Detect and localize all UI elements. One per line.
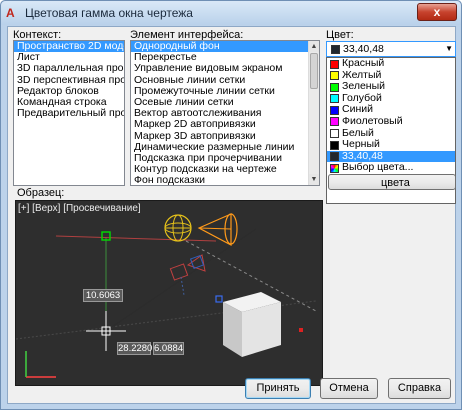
red-marker xyxy=(299,328,303,332)
color-option-label: Голубой xyxy=(342,91,382,104)
color-swatch-icon xyxy=(330,71,339,81)
color-option-label: Зеленый xyxy=(342,80,386,93)
color-option-label: Выбор цвета... xyxy=(342,161,414,174)
autocad-app-icon: A xyxy=(6,6,15,20)
preview-viewport: [+] [Верх] [Просвечивание] 10.6063 28.22… xyxy=(15,200,323,386)
close-icon: x xyxy=(433,5,441,19)
element-item[interactable]: Маркер 2D автопривязки xyxy=(131,119,308,130)
color-option-label: Синий xyxy=(342,103,373,116)
title-bar[interactable]: A Цветовая гамма окна чертежа x xyxy=(1,1,461,25)
color-option[interactable]: Выбор цвета... xyxy=(327,162,455,174)
dialog-client: Контекст: Пространство 2D моделиЛист3D п… xyxy=(7,26,456,404)
color-swatch-icon xyxy=(330,59,339,69)
restore-colors-label: цвета xyxy=(381,177,410,189)
context-listbox[interactable]: Пространство 2D моделиЛист3D параллельна… xyxy=(13,40,125,186)
color-swatch-icon xyxy=(330,163,339,173)
camera-icon xyxy=(169,254,206,296)
dimension-tooltip: 10.6063 xyxy=(83,289,123,302)
color-swatch-icon xyxy=(330,94,339,104)
preview-drawing xyxy=(16,213,317,378)
color-option-label: Желтый xyxy=(342,68,382,81)
color-option-label: 33,40,48 xyxy=(342,149,383,162)
color-label: Цвет: xyxy=(326,29,354,41)
help-button[interactable]: Справка xyxy=(388,378,451,399)
ucs-icon xyxy=(25,351,56,378)
chevron-down-icon[interactable]: ▼ xyxy=(445,42,453,56)
scroll-up-icon[interactable]: ▲ xyxy=(309,41,319,52)
preview-label: Образец: xyxy=(17,187,65,199)
color-combo-value: 33,40,48 xyxy=(343,43,384,55)
sphere-light-icon xyxy=(164,214,192,242)
element-item[interactable]: Управление видовым экраном xyxy=(131,63,308,74)
cube-icon xyxy=(215,292,281,357)
scroll-thumb[interactable] xyxy=(310,53,318,89)
color-swatch-icon xyxy=(330,140,339,150)
color-swatch-icon xyxy=(330,129,339,139)
color-swatch-icon xyxy=(330,82,339,92)
restore-colors-button[interactable]: цвета xyxy=(328,174,456,190)
element-item[interactable]: Маркер 3D автопривязки xyxy=(131,130,308,142)
color-option-label: Черный xyxy=(342,138,380,151)
color-combobox[interactable]: 33,40,48 ▼ xyxy=(326,41,456,57)
scroll-down-icon[interactable]: ▼ xyxy=(309,174,319,185)
element-scrollbar[interactable]: ▲ ▼ xyxy=(308,41,319,185)
context-item[interactable]: Предварительный просмотр xyxy=(14,108,124,119)
color-option-label: Фиолетовый xyxy=(342,114,403,127)
dialog-window: A Цветовая гамма окна чертежа x Контекст… xyxy=(0,0,462,410)
element-listbox[interactable]: Однородный фон Перекрестье Управление видо… xyxy=(130,40,320,186)
color-swatch-icon xyxy=(330,105,339,115)
coord-y-field[interactable]: 6.0884 xyxy=(153,342,184,355)
element-item[interactable]: Фон подсказки xyxy=(131,175,308,185)
color-option-label: Красный xyxy=(342,57,385,69)
color-swatch-icon xyxy=(330,152,339,162)
window-title: Цветовая гамма окна чертежа xyxy=(25,6,193,20)
cancel-button[interactable]: Отмена xyxy=(320,378,378,399)
close-button[interactable]: x xyxy=(417,3,457,21)
ok-button[interactable]: Принять xyxy=(245,378,311,399)
current-color-swatch xyxy=(331,45,340,54)
context-item[interactable]: 3D параллельная проекция xyxy=(14,63,124,74)
coord-x-field[interactable]: 28.2280 xyxy=(117,342,152,355)
color-swatch-icon xyxy=(330,117,339,127)
color-option-label: Белый xyxy=(342,126,374,139)
